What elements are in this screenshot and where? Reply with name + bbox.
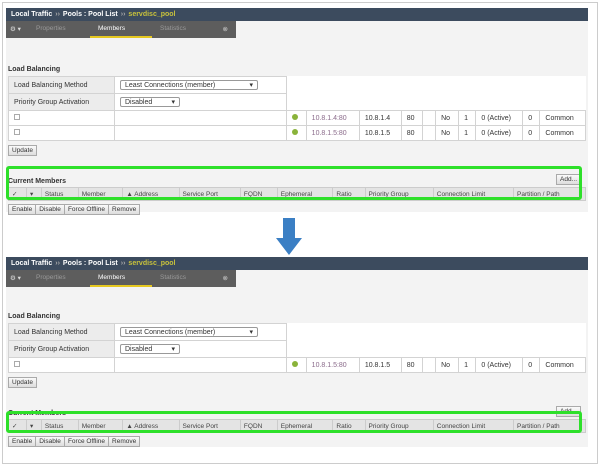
cell-priority: 0 (Active) <box>475 110 524 126</box>
tab-properties[interactable]: Properties <box>28 270 90 287</box>
lb-method-select[interactable]: Least Connections (member) ▾ <box>120 327 258 337</box>
close-icon[interactable]: ⊗ <box>215 270 236 287</box>
pga-label: Priority Group Activation <box>8 340 115 358</box>
breadcrumb-separator: ›› <box>120 260 126 267</box>
load-balancing-title: Load Balancing <box>8 313 61 320</box>
tab-bar: ⚙ ▾ Properties Members Statistics ⊗ <box>6 21 236 38</box>
row-checkbox[interactable] <box>14 114 20 120</box>
cell-ratio: 1 <box>458 110 477 126</box>
gear-icon[interactable]: ⚙ ▾ <box>6 270 28 287</box>
cell-ratio: 1 <box>458 357 477 373</box>
row-checkbox[interactable] <box>14 129 20 135</box>
member-actions: Enable Disable Force Offline Remove <box>8 436 588 447</box>
cell-member[interactable]: 10.8.1.5:80 <box>305 125 360 141</box>
lb-method-select[interactable]: Least Connections (member) ▾ <box>120 80 258 90</box>
cell-port: 80 <box>400 110 424 126</box>
disable-button[interactable]: Disable <box>35 436 65 447</box>
load-balancing-title: Load Balancing <box>8 66 61 73</box>
cell-ephemeral: No <box>435 357 460 373</box>
pga-select[interactable]: Disabled ▾ <box>120 344 180 354</box>
tab-properties[interactable]: Properties <box>28 21 90 38</box>
cell-port: 80 <box>400 125 424 141</box>
tab-bar: ⚙ ▾ Properties Members Statistics ⊗ <box>6 270 236 287</box>
member-actions: Enable Disable Force Offline Remove <box>8 204 588 215</box>
tab-members[interactable]: Members <box>90 21 152 38</box>
down-arrow-icon <box>276 218 302 255</box>
breadcrumb-pool-name: servdisc_pool <box>128 260 176 267</box>
highlight-box-before <box>6 166 582 200</box>
status-available-icon <box>292 114 299 120</box>
pga-value: Disabled <box>125 99 153 106</box>
cell-address: 10.8.1.5 <box>358 357 402 373</box>
lb-method-label: Load Balancing Method <box>8 76 115 94</box>
disable-button[interactable]: Disable <box>35 204 65 215</box>
update-button[interactable]: Update <box>8 377 37 388</box>
pga-value: Disabled <box>125 346 153 353</box>
lb-method-value: Least Connections (member) <box>125 82 216 89</box>
lb-method-value: Least Connections (member) <box>125 329 216 336</box>
cell-port: 80 <box>400 357 424 373</box>
load-balancing-table: Load Balancing Method Least Connections (… <box>8 76 586 141</box>
enable-button[interactable]: Enable <box>8 436 37 447</box>
gear-icon[interactable]: ⚙ ▾ <box>6 21 28 38</box>
breadcrumb-local-traffic[interactable]: Local Traffic <box>11 11 52 18</box>
close-icon[interactable]: ⊗ <box>215 21 236 38</box>
cell-address: 10.8.1.4 <box>358 110 402 126</box>
cell-priority: 0 (Active) <box>475 125 524 141</box>
highlight-box-after <box>6 411 582 433</box>
cell-fqdn <box>422 357 437 373</box>
tab-statistics[interactable]: Statistics <box>152 270 194 287</box>
pga-select[interactable]: Disabled ▾ <box>120 97 180 107</box>
tab-statistics[interactable]: Statistics <box>152 21 194 38</box>
breadcrumb-pool-name: servdisc_pool <box>128 11 176 18</box>
cell-limit: 0 <box>522 357 541 373</box>
force-offline-button[interactable]: Force Offline <box>63 436 110 447</box>
status-available-icon <box>292 361 299 367</box>
breadcrumb: Local Traffic ›› Pools : Pool List ›› servdi… <box>6 8 588 21</box>
enable-button[interactable]: Enable <box>8 204 37 215</box>
cell-partition: Common <box>539 125 586 141</box>
breadcrumb-pool-list[interactable]: Pools : Pool List <box>63 260 118 267</box>
force-offline-button[interactable]: Force Offline <box>63 204 110 215</box>
table-row: 10.8.1.5:80 10.8.1.5 80 No 1 0 (Active) 0 Commo… <box>8 125 586 141</box>
cell-fqdn <box>422 125 437 141</box>
table-row: 10.8.1.4:80 10.8.1.4 80 No 1 0 (Active) 0 Commo… <box>8 110 586 126</box>
cell-priority: 0 (Active) <box>475 357 524 373</box>
cell-ephemeral: No <box>435 125 460 141</box>
breadcrumb-pool-list[interactable]: Pools : Pool List <box>63 11 118 18</box>
cell-member[interactable]: 10.8.1.4:80 <box>305 110 360 126</box>
status-available-icon <box>292 129 299 135</box>
breadcrumb-separator: ›› <box>55 11 60 18</box>
load-balancing-table: Load Balancing Method Least Connections (… <box>8 323 586 373</box>
cell-ephemeral: No <box>435 110 460 126</box>
breadcrumb: Local Traffic ›› Pools : Pool List ›› servdi… <box>6 257 588 270</box>
table-row: 10.8.1.5:80 10.8.1.5 80 No 1 0 (Active) 0 Commo… <box>8 357 586 373</box>
breadcrumb-separator: ›› <box>55 260 60 267</box>
breadcrumb-local-traffic[interactable]: Local Traffic <box>11 260 52 267</box>
update-button[interactable]: Update <box>8 145 37 156</box>
pga-label: Priority Group Activation <box>8 93 115 111</box>
cell-ratio: 1 <box>458 125 477 141</box>
row-checkbox[interactable] <box>14 361 20 367</box>
tab-members[interactable]: Members <box>90 270 152 287</box>
cell-member[interactable]: 10.8.1.5:80 <box>305 357 360 373</box>
cell-limit: 0 <box>522 125 541 141</box>
cell-partition: Common <box>539 110 586 126</box>
cell-fqdn <box>422 110 437 126</box>
remove-button[interactable]: Remove <box>108 436 141 447</box>
breadcrumb-separator: ›› <box>120 11 126 18</box>
remove-button[interactable]: Remove <box>108 204 141 215</box>
cell-address: 10.8.1.5 <box>358 125 402 141</box>
lb-method-label: Load Balancing Method <box>8 323 115 341</box>
cell-limit: 0 <box>522 110 541 126</box>
cell-partition: Common <box>539 357 586 373</box>
